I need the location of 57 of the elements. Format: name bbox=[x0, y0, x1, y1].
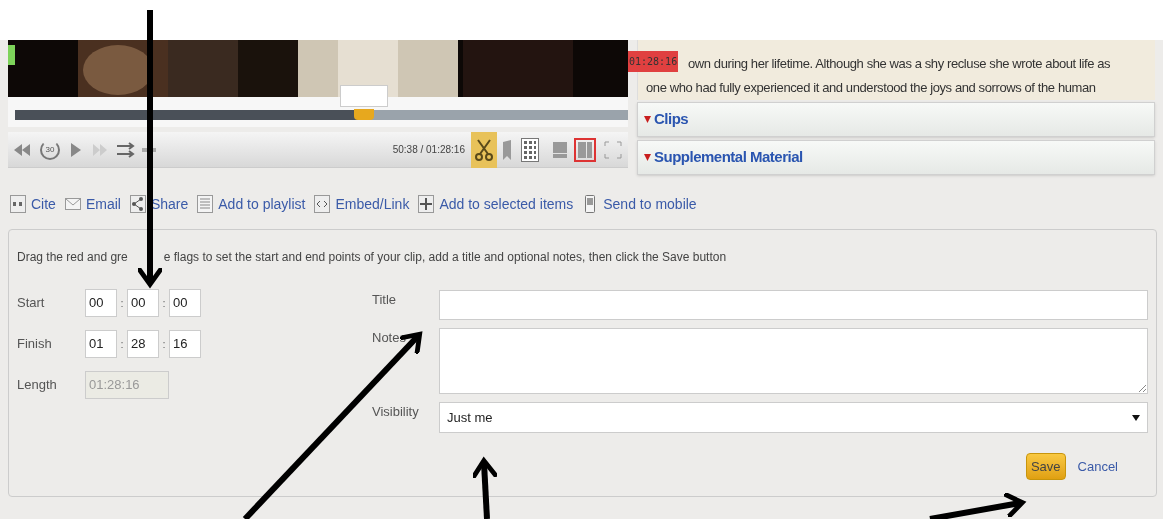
playlist-icon bbox=[197, 195, 214, 213]
colon-separator: : bbox=[119, 295, 125, 311]
cancel-link[interactable]: Cancel bbox=[1077, 456, 1118, 477]
embed-icon bbox=[314, 195, 331, 213]
email-icon bbox=[64, 195, 81, 213]
title-label: Title bbox=[372, 291, 398, 309]
caret-icon bbox=[644, 154, 651, 161]
time-field[interactable]: 00 bbox=[169, 289, 201, 317]
colon-separator: : bbox=[161, 295, 167, 311]
action-link[interactable]: Embed/Link bbox=[314, 193, 410, 215]
description-text: own during her lifetime. Although she was a shy recluse she wrote about life as bbox=[688, 56, 1111, 72]
time-field[interactable]: 16 bbox=[169, 330, 201, 358]
action-link[interactable]: Add to playlist bbox=[197, 193, 306, 215]
instruction-text: e flags to set the start and end points of your clip, add a title and optional notes, then click the Save button bbox=[163, 249, 727, 266]
colon-separator: : bbox=[119, 336, 125, 352]
action-link[interactable]: Cite bbox=[10, 193, 56, 215]
play-icon[interactable] bbox=[70, 141, 82, 158]
grid-icon[interactable] bbox=[521, 137, 539, 162]
time-field[interactable]: 28 bbox=[127, 330, 159, 358]
visibility-label: Visibility bbox=[372, 403, 420, 421]
arrows-icon[interactable] bbox=[116, 141, 136, 158]
clip-button[interactable] bbox=[471, 131, 497, 168]
time-display: 50:38 / 01:28:16 bbox=[392, 143, 465, 157]
add-icon bbox=[418, 195, 435, 213]
finish-label: Finish bbox=[17, 335, 53, 354]
playhead-handle[interactable] bbox=[354, 109, 375, 120]
visibility-dropdown[interactable]: Just me bbox=[439, 402, 1148, 433]
fullscreen-icon[interactable] bbox=[604, 140, 622, 159]
section-header[interactable]: Supplemental Material bbox=[637, 140, 1155, 175]
progress-track[interactable] bbox=[15, 110, 628, 120]
time-field[interactable]: 00 bbox=[127, 289, 159, 317]
share-icon bbox=[129, 195, 146, 213]
length-field: 01:28:16 bbox=[85, 371, 169, 399]
start-flag[interactable] bbox=[8, 45, 15, 65]
instruction-text: Drag the red and gre bbox=[17, 249, 128, 266]
layout-button[interactable] bbox=[574, 137, 596, 162]
start-label: Start bbox=[17, 294, 46, 313]
time-field[interactable]: 01 bbox=[85, 330, 117, 358]
annotation-arrow bbox=[470, 458, 500, 519]
caret-icon bbox=[644, 116, 651, 123]
length-label: Length bbox=[17, 376, 58, 395]
save-button[interactable]: Save bbox=[1025, 453, 1066, 480]
caret-icon bbox=[1132, 414, 1140, 421]
cite-icon bbox=[10, 195, 26, 213]
colon-separator: : bbox=[161, 336, 167, 352]
bookmark-icon[interactable] bbox=[503, 139, 511, 160]
action-link[interactable]: Email bbox=[64, 193, 121, 215]
action-link[interactable]: Add to selected items bbox=[418, 193, 574, 215]
resize-grip-icon[interactable] bbox=[1138, 384, 1146, 392]
time-field[interactable]: 00 bbox=[85, 289, 117, 317]
rewind-icon[interactable] bbox=[12, 141, 32, 158]
section-header[interactable]: Clips bbox=[637, 102, 1155, 137]
action-link[interactable]: Share bbox=[129, 193, 189, 215]
title-field[interactable] bbox=[439, 290, 1148, 320]
description-text: one who had fully experienced it and understood the joys and sorrows of the human bbox=[646, 80, 1096, 96]
notes-field[interactable] bbox=[439, 328, 1148, 394]
action-link[interactable]: Send to mobile bbox=[582, 193, 697, 215]
